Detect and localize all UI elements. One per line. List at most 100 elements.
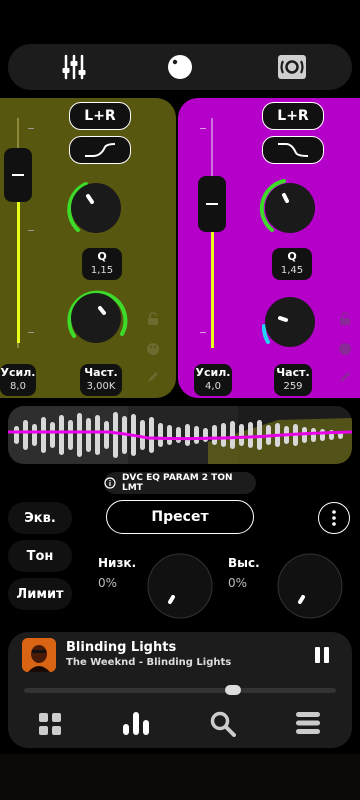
spectrum-bar (221, 423, 226, 447)
knob-icon[interactable] (150, 44, 210, 90)
q-value: 1,45 (280, 265, 304, 276)
palette-icon[interactable] (338, 342, 352, 356)
gain-slider-thumb[interactable] (198, 176, 226, 232)
spectrum-bar (23, 420, 28, 450)
q-label: Q (287, 250, 297, 263)
q-knob[interactable] (64, 176, 128, 240)
freq-value: 259 (283, 381, 303, 392)
search-icon (210, 711, 236, 737)
low-value: 0% (98, 576, 118, 590)
freq-value: 3,00K (86, 381, 116, 392)
gain-label: Усил. (195, 366, 231, 379)
spectrum-bar (248, 422, 253, 448)
spectrum-bar (185, 424, 190, 446)
freq-value-box: Част. 3,00K (80, 364, 122, 396)
preset-info-text: DVC EQ PARAM 2 TON LMT (121, 473, 233, 493)
progress-thumb[interactable] (225, 685, 242, 695)
spectrum-bar (149, 417, 154, 453)
nav-home-button[interactable] (38, 712, 62, 740)
spectrum-bar (311, 428, 316, 442)
gain-value: 8,0 (10, 381, 26, 392)
info-icon (104, 477, 116, 489)
preset-button[interactable]: Пресет (106, 500, 254, 534)
spectrum-bar (140, 420, 145, 450)
track-subtitle: The Weeknd - Blinding Lights (66, 657, 232, 668)
spectrum-bar (167, 425, 172, 445)
lock-icon[interactable] (146, 312, 160, 326)
spectrum-bar (86, 418, 91, 452)
freq-label: Част. (84, 366, 118, 379)
freq-value-box: Част. 259 (274, 364, 312, 396)
spectrum-bar (104, 421, 109, 449)
high-label: Выс. (228, 556, 260, 570)
q-value: 1,15 (90, 265, 114, 276)
nav-equalizer-button[interactable] (122, 710, 150, 740)
sliders-icon[interactable] (44, 44, 104, 90)
spectrum-bar (95, 415, 100, 455)
pause-icon (315, 647, 329, 663)
gain-value-box: Усил. 4,0 (194, 364, 232, 396)
spectrum-bar (230, 421, 235, 449)
limit-tab-button[interactable]: Лимит (8, 578, 72, 610)
pause-button[interactable] (314, 646, 330, 668)
palette-icon[interactable] (146, 342, 160, 356)
spectrum-bar (113, 412, 118, 458)
right-band-panel: L+R Q 1,45 Усил. 4,0 Част. 259 (178, 98, 360, 398)
freq-knob[interactable] (256, 292, 320, 356)
q-value-box: Q 1,15 (82, 248, 122, 280)
gain-value-box: Усил. 8,0 (0, 364, 36, 396)
speaker-icon[interactable] (262, 44, 322, 90)
tone-tab-button[interactable]: Тон (8, 540, 72, 572)
gain-slider-fill (17, 193, 20, 343)
pencil-icon[interactable] (146, 370, 160, 384)
gain-value: 4,0 (205, 381, 221, 392)
lowshelf-curve-icon (278, 143, 309, 157)
q-label: Q (97, 250, 107, 263)
eq-tab-button[interactable]: Экв. (8, 502, 72, 534)
spectrum-bar (158, 423, 163, 447)
spectrum-bars (8, 406, 352, 464)
now-playing-card: Blinding Lights The Weeknd - Blinding Li… (8, 632, 352, 748)
channel-button[interactable]: L+R (262, 102, 324, 130)
filter-shape-button[interactable] (262, 136, 324, 164)
top-tab-bar (8, 44, 352, 90)
eq-curve-visualizer[interactable] (8, 406, 352, 464)
spectrum-bar (176, 427, 181, 443)
high-value: 0% (228, 576, 248, 590)
spectrum-bar (50, 422, 55, 448)
grid-icon (39, 713, 61, 735)
system-nav-area (0, 754, 360, 800)
more-vert-icon (332, 510, 336, 526)
spectrum-bar (32, 424, 37, 446)
freq-label: Част. (276, 366, 310, 379)
spectrum-bar (320, 429, 325, 441)
menu-icon (296, 712, 320, 734)
lock-icon[interactable] (338, 312, 352, 326)
spectrum-bar (194, 426, 199, 444)
equalizer-bars-icon (123, 712, 149, 735)
treble-knob[interactable] (276, 552, 344, 620)
low-label: Низк. (98, 556, 137, 570)
gain-slider-thumb[interactable] (4, 148, 32, 202)
spectrum-bar (14, 426, 19, 444)
gain-label: Усил. (0, 366, 36, 379)
freq-knob[interactable] (64, 286, 128, 350)
preset-info-pill[interactable]: DVC EQ PARAM 2 TON LMT (104, 472, 256, 494)
spectrum-bar (59, 415, 64, 455)
nav-search-button[interactable] (210, 711, 236, 741)
progress-track[interactable] (24, 685, 336, 695)
q-value-box: Q 1,45 (272, 248, 312, 280)
bass-knob[interactable] (146, 552, 214, 620)
q-knob[interactable] (258, 176, 322, 240)
nav-menu-button[interactable] (296, 712, 320, 738)
more-options-button[interactable] (318, 502, 350, 534)
highshelf-curve-icon (85, 143, 116, 157)
spectrum-bar (68, 420, 73, 450)
spectrum-bar (41, 417, 46, 453)
album-art[interactable] (22, 638, 56, 672)
filter-shape-button[interactable] (69, 136, 131, 164)
channel-button[interactable]: L+R (69, 102, 131, 130)
track-title: Blinding Lights (66, 640, 177, 655)
spectrum-bar (239, 424, 244, 446)
pencil-icon[interactable] (338, 370, 352, 384)
